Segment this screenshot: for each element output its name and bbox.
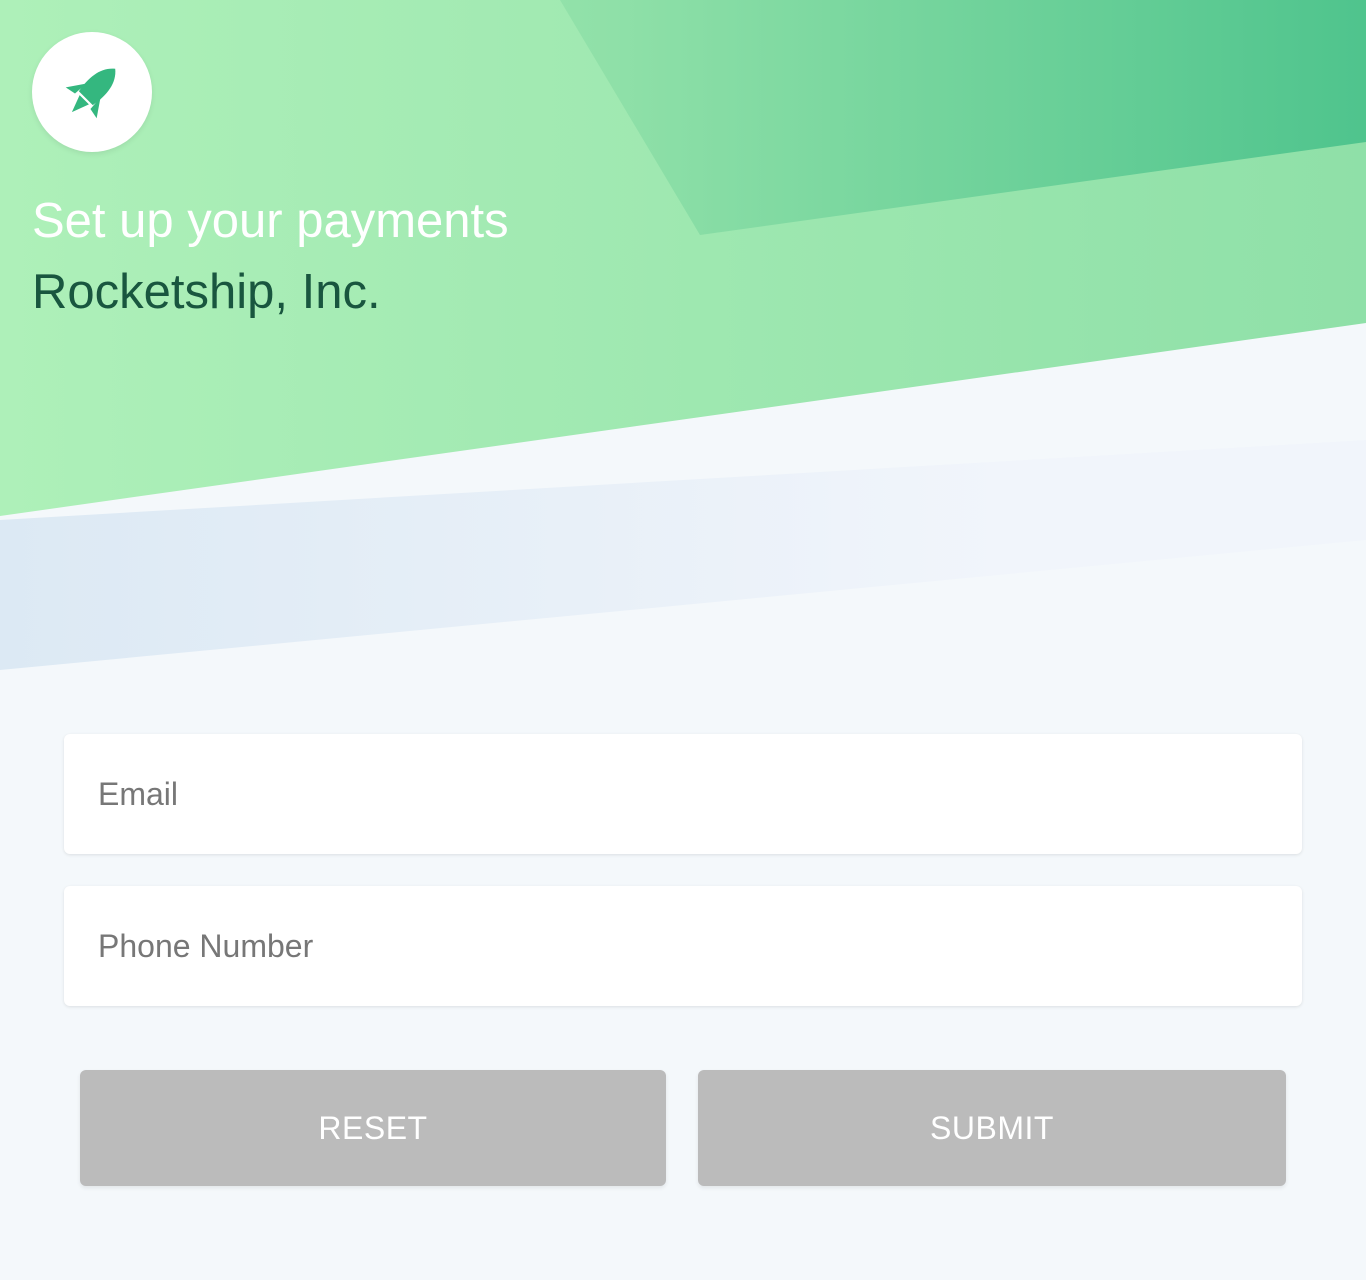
reset-button[interactable]: RESET (80, 1070, 666, 1186)
logo (32, 32, 152, 152)
page-title: Set up your payments (32, 194, 509, 248)
submit-button[interactable]: SUBMIT (698, 1070, 1286, 1186)
rocket-icon (65, 68, 116, 119)
phone-number-field[interactable] (64, 886, 1302, 1006)
company-name: Rocketship, Inc. (32, 265, 381, 319)
email-field[interactable] (64, 734, 1302, 854)
